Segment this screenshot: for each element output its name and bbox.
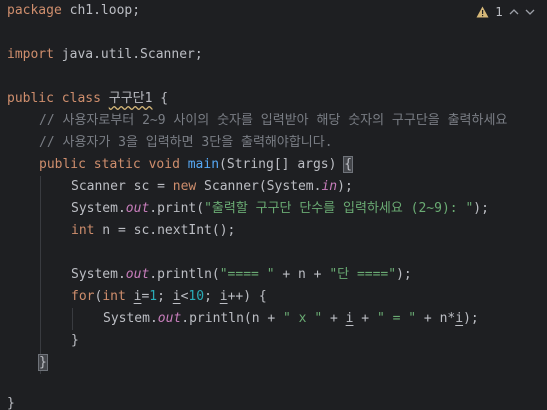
code-text: );	[463, 311, 479, 326]
number-literal: 10	[188, 289, 205, 304]
inspection-widget[interactable]: 1	[476, 2, 535, 22]
static-field: in	[321, 179, 338, 194]
code-text: System.	[71, 201, 126, 216]
class-name: 구구단1	[108, 91, 153, 106]
code-line-close-main[interactable]: }	[38, 352, 48, 374]
code-text: (String[] args)	[219, 157, 345, 172]
code-line-comment[interactable]: // 사용자로부터 2~9 사이의 숫자를 입력받아 해당 숫자의 구구단을 출…	[39, 110, 507, 132]
code-text: + n +	[274, 267, 330, 282]
comment: // 사용자가 3을 입력하면 3단을 출력해야합니다.	[39, 135, 333, 150]
closing-brace: }	[7, 396, 15, 410]
keyword: package	[7, 3, 62, 18]
keyword: import	[7, 47, 54, 62]
string-literal: "==== "	[219, 267, 275, 282]
code-line-for-loop[interactable]: for(int i=1; i<10; i++) {	[71, 286, 267, 308]
keyword: public	[39, 157, 86, 172]
code-text: ;	[157, 289, 173, 304]
code-text: );	[337, 179, 353, 194]
code-text: java.util.Scanner;	[53, 47, 203, 62]
code-text: Scanner(System.	[196, 179, 322, 194]
code-text: +	[322, 311, 346, 326]
keyword: int	[102, 289, 126, 304]
keyword: new	[172, 179, 197, 194]
indent-guide	[40, 176, 41, 374]
string-literal: " x "	[283, 311, 323, 326]
code-text: ch1.loop;	[61, 3, 141, 18]
code-line-comment[interactable]: // 사용자가 3을 입력하면 3단을 출력해야합니다.	[39, 132, 333, 154]
closing-brace: }	[71, 333, 79, 348]
indent-guide	[72, 308, 73, 330]
chevron-up-icon[interactable]	[509, 8, 519, 16]
code-text: {	[152, 91, 169, 106]
string-literal: "출력할 구구단 단수를 입력하세요 (2~9): "	[204, 201, 474, 216]
code-text: +	[353, 311, 377, 326]
keyword: void	[148, 157, 180, 172]
loop-variable: i	[455, 311, 464, 326]
code-line-scanner[interactable]: Scanner sc = new Scanner(System.in);	[71, 176, 353, 198]
code-text: System.	[103, 311, 158, 326]
warning-count: 1	[495, 5, 503, 19]
keyword: static	[93, 157, 141, 172]
static-field: out	[157, 311, 182, 326]
keyword: public	[7, 91, 54, 106]
code-text: ++) {	[227, 289, 267, 304]
number-literal: 1	[149, 289, 158, 304]
string-literal: "단 ===="	[329, 267, 397, 282]
code-text: .print(	[149, 201, 205, 216]
code-line-println-header[interactable]: System.out.println("==== " + n + "단 ====…	[71, 264, 412, 286]
loop-variable: i	[219, 289, 228, 304]
matched-brace: {	[343, 156, 354, 173]
code-text: );	[473, 201, 489, 216]
loop-variable: i	[172, 289, 181, 304]
keyword: int	[71, 223, 95, 238]
code-text: + n*	[416, 311, 456, 326]
code-text: .println(n +	[181, 311, 284, 326]
code-text: );	[396, 267, 412, 282]
code-line-nextint[interactable]: int n = sc.nextInt();	[71, 220, 235, 242]
static-field: out	[125, 201, 150, 216]
keyword: class	[61, 91, 101, 106]
chevron-down-icon[interactable]	[525, 8, 535, 16]
code-text: System.	[71, 267, 126, 282]
comment: // 사용자로부터 2~9 사이의 숫자를 입력받아 해당 숫자의 구구단을 출…	[39, 113, 508, 128]
code-text: ;	[204, 289, 220, 304]
code-line-close-class[interactable]: }	[7, 393, 15, 410]
static-field: out	[125, 267, 150, 282]
code-editor[interactable]: 1 package ch1.loop; import java.util.Sca…	[0, 0, 547, 410]
matched-brace: }	[38, 354, 48, 371]
code-text: n = sc.nextInt();	[94, 223, 236, 238]
code-text: Scanner sc =	[71, 179, 173, 194]
method-name: main	[187, 157, 220, 172]
code-line-close-for[interactable]: }	[71, 330, 79, 352]
code-line-class-decl[interactable]: public class 구구단1 {	[7, 88, 168, 110]
code-line-package[interactable]: package ch1.loop;	[7, 0, 140, 22]
code-line-main-decl[interactable]: public static void main(String[] args) {	[39, 154, 354, 176]
code-text: .println(	[149, 267, 220, 282]
code-line-println-row[interactable]: System.out.println(n + " x " + i + " = "…	[103, 308, 479, 330]
keyword: for	[71, 289, 95, 304]
code-line-print[interactable]: System.out.print("출력할 구구단 단수를 입력하세요 (2~9…	[71, 198, 489, 220]
code-line-import[interactable]: import java.util.Scanner;	[7, 44, 203, 66]
string-literal: " = "	[376, 311, 417, 326]
warning-icon	[476, 6, 489, 18]
